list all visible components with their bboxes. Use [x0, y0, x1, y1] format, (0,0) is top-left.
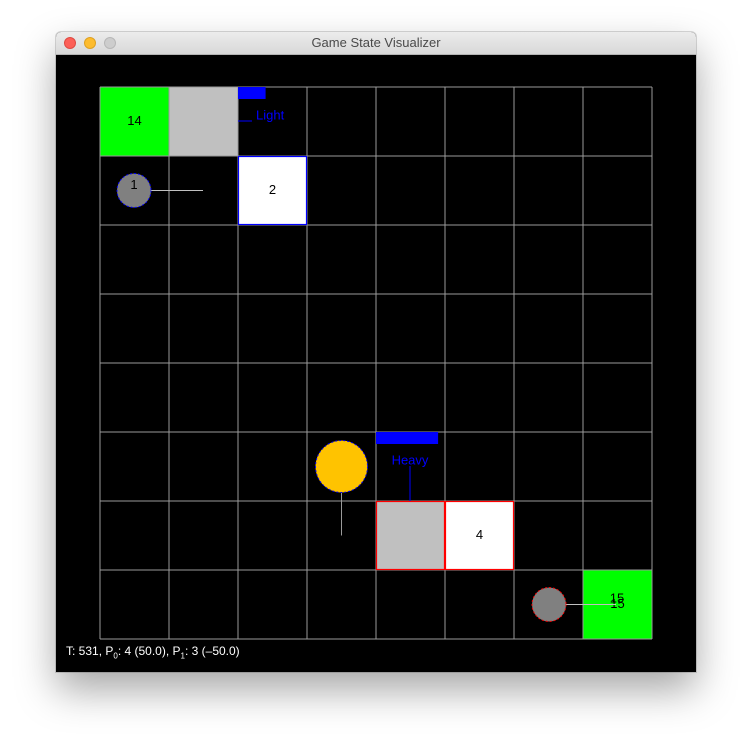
player1-score: : 3 (–50.0)	[184, 644, 240, 658]
robot-token-robot-15[interactable]	[531, 587, 567, 622]
load-label-light: Light	[256, 107, 285, 122]
cell-label-block-2: 2	[269, 182, 276, 197]
status-prefix: T: 531, P	[66, 644, 114, 658]
robot-label-robot-1: 1	[130, 177, 137, 192]
cell-label-goal-14: 14	[127, 113, 141, 128]
title-bar[interactable]: Game State Visualizer	[56, 32, 696, 55]
goal-15-label-overlay: 15	[610, 590, 624, 605]
load-label-heavy: Heavy	[392, 452, 429, 467]
cell-block-light[interactable]	[169, 87, 238, 156]
window-title: Game State Visualizer	[311, 35, 441, 50]
cell-block-heavy[interactable]	[375, 500, 446, 571]
load-bar-light	[238, 87, 266, 99]
game-window: Game State Visualizer 14 2 4 15 1 Light Heavy 1…	[56, 32, 696, 672]
cell-label-block-4: 4	[476, 527, 483, 542]
ball-token[interactable]	[315, 440, 368, 493]
player0-score: : 4 (50.0), P	[117, 644, 181, 658]
game-board[interactable]: 1424151LightHeavy15	[56, 54, 696, 672]
status-line: T: 531, P0: 4 (50.0), P1: 3 (–50.0)	[66, 644, 240, 660]
load-bar-heavy	[376, 432, 439, 444]
